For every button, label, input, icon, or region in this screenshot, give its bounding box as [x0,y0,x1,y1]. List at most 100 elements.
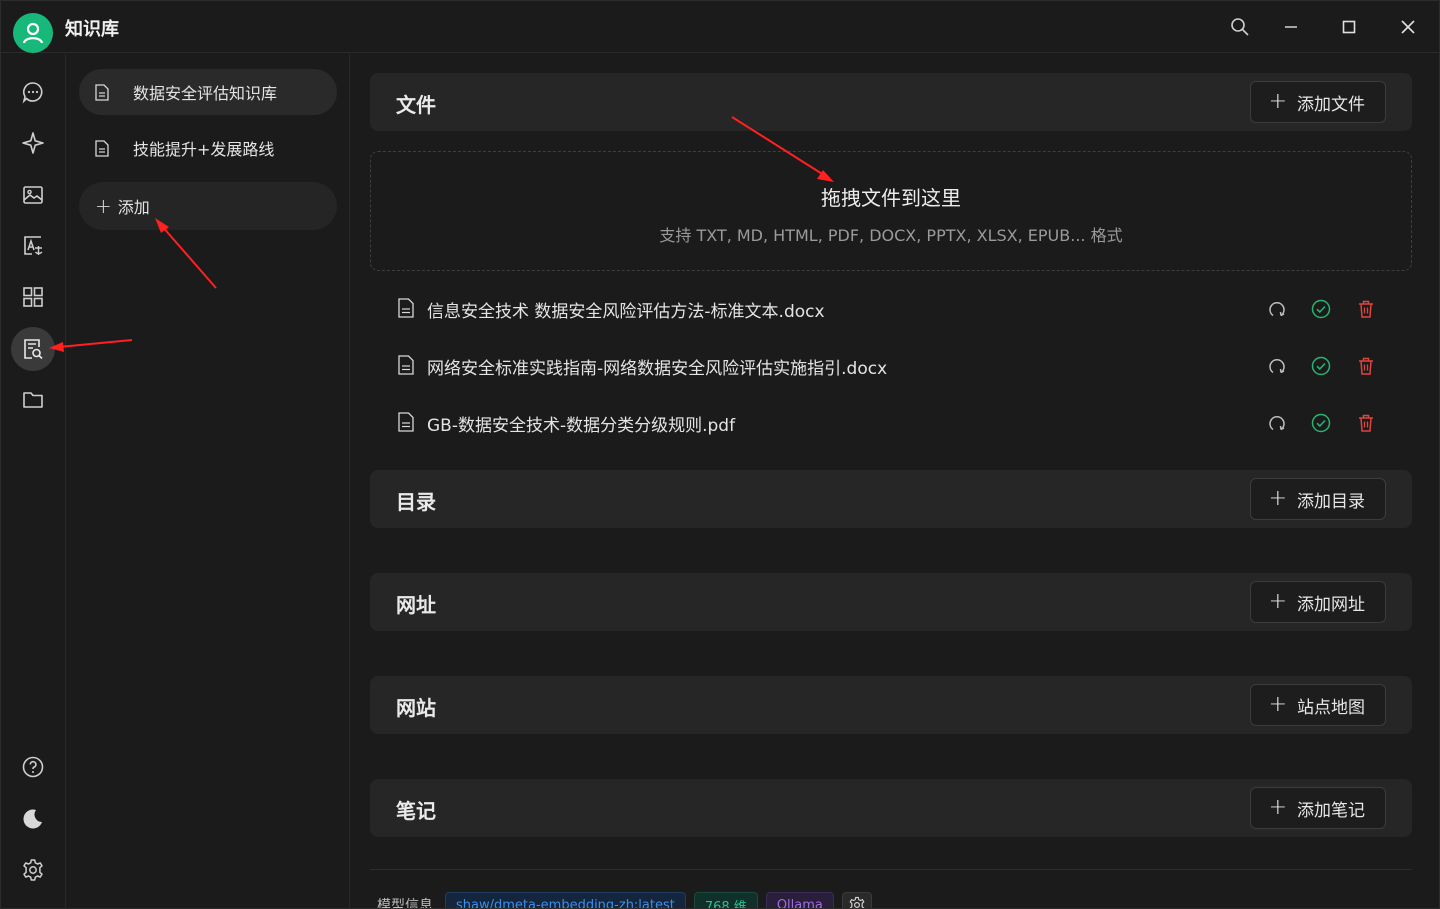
rail-settings[interactable] [11,848,55,892]
add-note-label: 添加笔记 [1297,800,1365,821]
close-button[interactable] [1391,11,1425,43]
kb-item-skills[interactable]: 技能提升+发展路线 [79,125,337,171]
rail-help[interactable] [11,745,55,789]
minimize-button[interactable] [1274,11,1308,43]
file-name: GB-数据安全技术-数据分类分级规则.pdf [427,416,736,436]
maximize-button[interactable] [1332,11,1366,43]
model-settings-button[interactable] [841,892,872,908]
maximize-icon [1342,20,1356,34]
search-button[interactable] [1223,11,1257,43]
app-window: 知识库 数据安全评估知识库 技能提升+发展路线 + 添加 文件 + 添加文件 拖… [0,0,1440,909]
document-icon [398,298,414,318]
sitemap-button[interactable]: + 站点地图 [1249,684,1386,726]
app-title: 知识库 [65,19,119,40]
help-icon [22,756,44,778]
model-info-label: 模型信息 [377,898,433,909]
plus-icon: + [1268,795,1287,820]
document-icon [398,355,414,375]
rail-theme[interactable] [11,797,55,841]
check-circle-icon [1311,413,1331,433]
trash-icon [1359,300,1373,318]
rail-images[interactable] [11,173,55,217]
document-icon [95,139,111,157]
dimension-tag: 768 维 [693,892,758,908]
add-url-label: 添加网址 [1297,594,1365,615]
plus-icon: + [95,194,112,218]
sitemap-label: 站点地图 [1297,697,1365,718]
file-row: 信息安全技术 数据安全风险评估方法-标准文本.docx [370,284,1412,334]
delete-file-button[interactable] [1355,298,1377,320]
file-dropzone[interactable]: 拖拽文件到这里 支持 TXT, MD, HTML, PDF, DOCX, PPT… [370,151,1412,271]
refresh-file-button[interactable] [1266,355,1288,377]
rail-translate[interactable] [11,224,55,268]
refresh-icon [1269,416,1285,431]
plus-icon: + [1268,89,1287,114]
search-icon [1231,18,1249,36]
rail-apps[interactable] [11,275,55,319]
files-section-header: 文件 + 添加文件 [370,73,1412,131]
dropzone-subtitle: 支持 TXT, MD, HTML, PDF, DOCX, PPTX, XLSX,… [659,226,1123,245]
rail-knowledge-base[interactable] [11,327,55,371]
delete-file-button[interactable] [1355,355,1377,377]
provider-tag: Ollama [765,892,834,908]
apps-grid-icon [23,287,43,307]
chat-icon [22,82,43,104]
close-icon [1401,20,1415,34]
add-note-button[interactable]: + 添加笔记 [1249,787,1386,829]
embedding-model-tag: shaw/dmeta-embedding-zh:latest [445,892,686,908]
add-directory-label: 添加目录 [1297,491,1365,512]
moon-icon [23,809,42,829]
trash-icon [1359,357,1373,375]
kb-item-label: 技能提升+发展路线 [133,140,275,159]
divider [370,869,1412,870]
add-file-label: 添加文件 [1297,94,1365,115]
add-url-button[interactable]: + 添加网址 [1249,581,1386,623]
file-status-ok [1310,355,1332,377]
refresh-icon [1269,302,1285,317]
refresh-icon [1269,359,1285,374]
delete-file-button[interactable] [1355,412,1377,434]
user-avatar[interactable] [13,13,53,53]
check-circle-icon [1311,299,1331,319]
notes-section-title: 笔记 [396,799,436,823]
title-bar: 知识库 [1,1,1439,53]
plus-icon: + [1268,589,1287,614]
kb-item-label: 数据安全评估知识库 [133,84,278,103]
user-icon [22,22,44,44]
file-row: 网络安全标准实践指南-网络数据安全风险评估实施指引.docx [370,341,1412,391]
settings-icon [849,896,865,908]
minimize-icon [1285,26,1297,28]
dropzone-title: 拖拽文件到这里 [821,186,961,210]
model-info-bar: 模型信息 shaw/dmeta-embedding-zh:latest 768 … [377,890,872,909]
document-icon [95,83,111,101]
directory-section-title: 目录 [396,490,436,514]
files-section-title: 文件 [396,93,436,117]
file-status-ok [1310,412,1332,434]
trash-icon [1359,414,1373,432]
file-name: 网络安全标准实践指南-网络数据安全风险评估实施指引.docx [427,359,888,379]
knowledge-base-list: 数据安全评估知识库 技能提升+发展路线 + 添加 [67,54,350,908]
document-icon [398,412,414,432]
plus-icon: + [1268,486,1287,511]
file-status-ok [1310,298,1332,320]
file-name: 信息安全技术 数据安全风险评估方法-标准文本.docx [427,302,825,322]
settings-icon [23,859,43,881]
sparkle-icon [22,132,44,154]
add-knowledge-base-button[interactable]: + 添加 [79,182,337,230]
plus-icon: + [1268,692,1287,717]
kb-item-data-security[interactable]: 数据安全评估知识库 [79,69,337,115]
knowledge-base-detail: 文件 + 添加文件 拖拽文件到这里 支持 TXT, MD, HTML, PDF,… [351,54,1439,909]
add-directory-button[interactable]: + 添加目录 [1249,478,1386,520]
add-file-button[interactable]: + 添加文件 [1249,81,1386,123]
folder-icon [23,392,43,408]
refresh-file-button[interactable] [1266,412,1288,434]
notes-section-header: 笔记 + 添加笔记 [370,779,1412,837]
add-knowledge-base-label: 添加 [117,198,150,217]
image-icon [23,186,43,204]
website-section-header: 网站 + 站点地图 [370,676,1412,734]
refresh-file-button[interactable] [1266,298,1288,320]
rail-agents[interactable] [11,121,55,165]
url-section-header: 网址 + 添加网址 [370,573,1412,631]
rail-files[interactable] [11,378,55,422]
rail-chat[interactable] [11,70,55,114]
